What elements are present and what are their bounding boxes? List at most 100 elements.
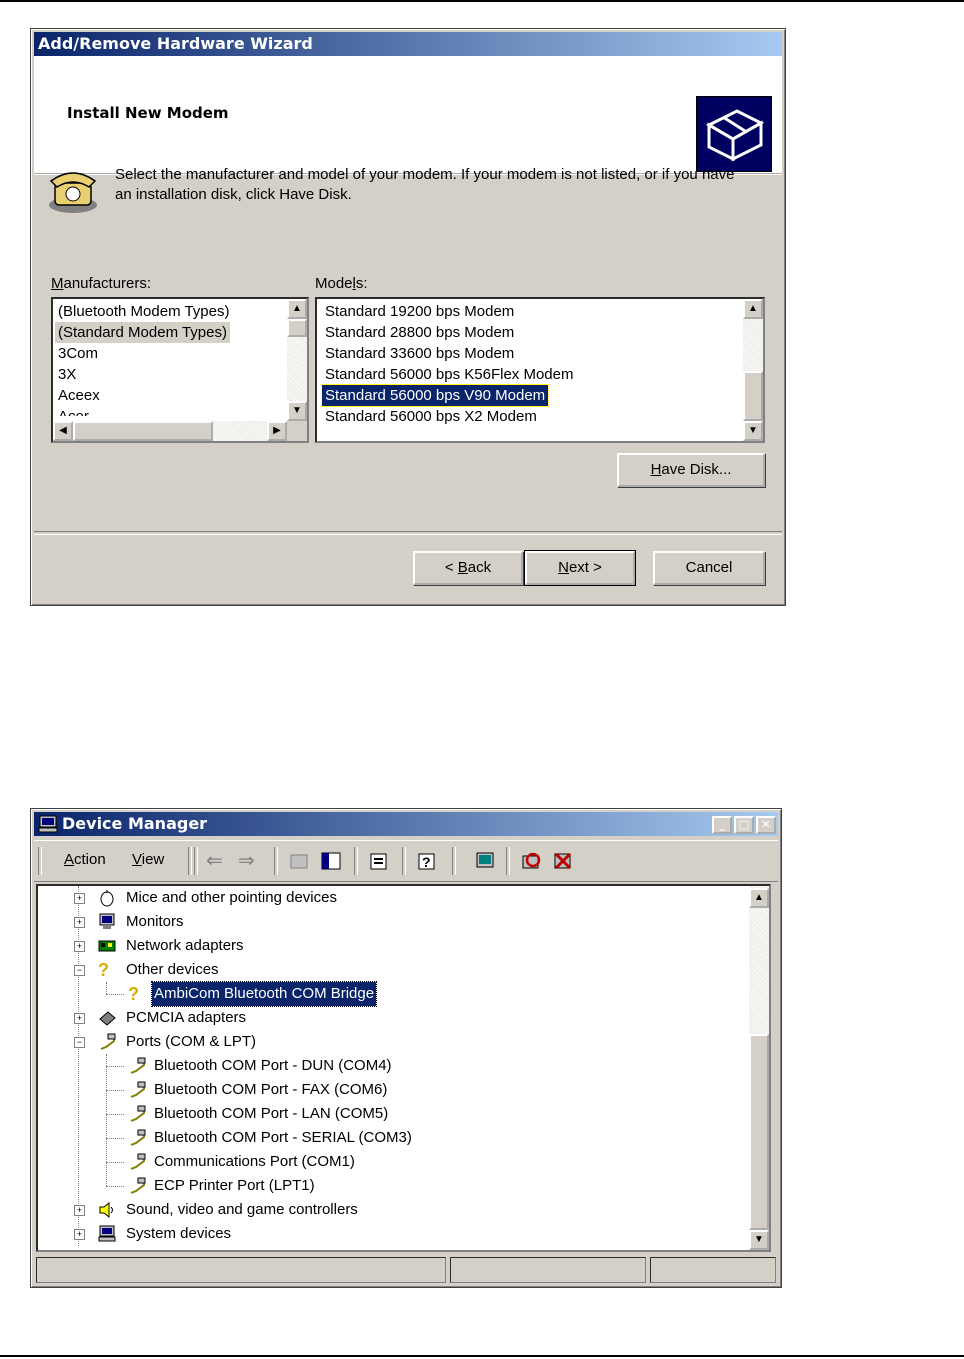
have-disk-button[interactable]: Have Disk... [617, 453, 765, 487]
model-item[interactable]: Standard 33600 bps Modem [322, 343, 517, 364]
show-hide-tree-icon[interactable] [320, 850, 342, 872]
port-icon [128, 1105, 146, 1123]
device-tree[interactable]: ▲ ▼ + Mice and other pointing devices + … [36, 884, 771, 1252]
scroll-down-arrow-icon[interactable]: ▼ [749, 1230, 769, 1250]
scroll-down-arrow-icon[interactable]: ▼ [287, 401, 307, 421]
expand-plus-icon[interactable]: + [74, 941, 85, 952]
models-listbox[interactable]: Standard 19200 bps Modem Standard 28800 … [315, 297, 765, 443]
expand-plus-icon[interactable]: + [74, 917, 85, 928]
scroll-down-arrow-icon[interactable]: ▼ [743, 421, 763, 441]
port-icon [98, 1033, 116, 1051]
manufacturer-item[interactable]: 3X [55, 364, 79, 385]
forward-arrow-icon[interactable]: ⇒ [238, 850, 260, 872]
hscroll-thumb[interactable] [73, 421, 213, 441]
uninstall-device-icon[interactable] [552, 850, 574, 872]
model-item[interactable]: Standard 19200 bps Modem [322, 301, 517, 322]
wizard-titlebar[interactable]: Add/Remove Hardware Wizard [34, 32, 782, 56]
tree-connector [106, 1066, 124, 1067]
tree-item-label: Sound, video and game controllers [126, 1201, 358, 1218]
tree-item-label: Ports (COM & LPT) [126, 1033, 257, 1050]
tree-item-label: Bluetooth COM Port - FAX (COM6) [154, 1081, 388, 1098]
tree-item-label: System devices [126, 1225, 232, 1242]
models-vscrollbar[interactable]: ▲ ▼ [743, 299, 763, 441]
tree-connector [78, 886, 79, 1246]
toolbar-separator [274, 847, 278, 875]
hardware-box-icon [696, 96, 772, 172]
device-manager-toolbar: Action View ⇐ ⇒ ? [34, 840, 778, 882]
scroll-up-arrow-icon[interactable]: ▲ [743, 299, 763, 319]
svg-text:?: ? [422, 854, 431, 870]
menu-action[interactable]: Action [64, 851, 106, 868]
network-card-icon [98, 937, 116, 955]
computer-icon [38, 815, 58, 840]
maximize-button[interactable]: □ [734, 816, 754, 834]
model-item[interactable]: Standard 28800 bps Modem [322, 322, 517, 343]
mouse-icon [98, 889, 116, 907]
collapse-minus-icon[interactable]: − [74, 1037, 85, 1048]
toolbar-separator [506, 847, 510, 875]
manufacturer-item[interactable]: 3Com [55, 343, 101, 364]
device-tree-vscrollbar[interactable]: ▲ ▼ [749, 886, 769, 1250]
scroll-left-arrow-icon[interactable]: ◀ [53, 421, 73, 441]
tree-connector [106, 1186, 124, 1187]
expand-plus-icon[interactable]: + [74, 893, 85, 904]
question-icon: ? [128, 984, 139, 1004]
tree-item-label: ECP Printer Port (LPT1) [154, 1177, 315, 1194]
toolbar-separator [402, 847, 406, 875]
manufacturer-item-selected[interactable]: (Standard Modem Types) [55, 322, 230, 343]
scroll-up-arrow-icon[interactable]: ▲ [287, 299, 307, 319]
properties-icon[interactable] [368, 850, 390, 872]
scroll-thumb[interactable] [287, 319, 307, 337]
port-icon [128, 1081, 146, 1099]
device-manager-titlebar[interactable]: Device Manager _ □ ✕ [34, 812, 778, 836]
expand-plus-icon[interactable]: + [74, 1205, 85, 1216]
status-panel [650, 1257, 776, 1283]
scroll-right-arrow-icon[interactable]: ▶ [267, 421, 287, 441]
model-item[interactable]: Standard 56000 bps X2 Modem [322, 406, 540, 427]
disable-device-icon[interactable] [520, 850, 542, 872]
manufacturers-hscrollbar[interactable]: ◀ ▶ [53, 421, 287, 441]
manufacturer-item[interactable]: Acer [55, 406, 92, 416]
next-button[interactable]: Next > [524, 550, 636, 586]
wizard-page-title: Install New Modem [67, 104, 229, 122]
top-rule [0, 0, 964, 2]
manufacturer-item[interactable]: Aceex [55, 385, 103, 406]
scan-hardware-icon[interactable] [474, 850, 496, 872]
expand-plus-icon[interactable]: + [74, 1013, 85, 1024]
back-arrow-icon[interactable]: ⇐ [206, 850, 228, 872]
close-button[interactable]: ✕ [756, 816, 776, 834]
port-icon [128, 1129, 146, 1147]
minimize-button[interactable]: _ [712, 816, 732, 834]
models-label: Models: [315, 275, 368, 292]
expand-plus-icon[interactable]: + [74, 1229, 85, 1240]
tree-item-label: Bluetooth COM Port - SERIAL (COM3) [154, 1129, 412, 1146]
scroll-thumb[interactable] [749, 1034, 769, 1230]
menu-view[interactable]: View [132, 851, 164, 868]
toolbar-separator [354, 847, 358, 875]
model-item-selected[interactable]: Standard 56000 bps V90 Modem [320, 384, 550, 407]
manufacturers-listbox[interactable]: (Bluetooth Modem Types) (Standard Modem … [51, 297, 309, 443]
cancel-button[interactable]: Cancel [653, 551, 765, 585]
scroll-thumb[interactable] [743, 371, 763, 421]
manufacturers-vscrollbar[interactable]: ▲ ▼ [287, 299, 307, 421]
model-item[interactable]: Standard 56000 bps K56Flex Modem [322, 364, 577, 385]
back-button[interactable]: < Back [413, 551, 523, 585]
help-icon[interactable]: ? [416, 850, 438, 872]
monitor-icon [98, 913, 116, 931]
tree-connector [106, 1054, 107, 1186]
scroll-up-arrow-icon[interactable]: ▲ [749, 888, 769, 908]
manufacturer-item[interactable]: (Bluetooth Modem Types) [55, 301, 232, 322]
computer-icon [98, 1225, 116, 1243]
device-manager-window: Device Manager _ □ ✕ Action View ⇐ ⇒ ? ▲ [30, 808, 782, 1288]
tree-item-label: Bluetooth COM Port - LAN (COM5) [154, 1105, 389, 1122]
tree-item-label: PCMCIA adapters [126, 1009, 247, 1026]
speaker-icon [98, 1201, 116, 1219]
bottom-rule [0, 1355, 964, 1357]
manufacturers-label: Manufacturers: [51, 275, 152, 292]
collapse-minus-icon[interactable]: − [74, 965, 85, 976]
up-folder-icon[interactable] [288, 850, 310, 872]
port-icon [128, 1153, 146, 1171]
tree-connector [106, 1090, 124, 1091]
wizard-footer-separator [34, 531, 782, 535]
phone-icon [45, 165, 101, 215]
